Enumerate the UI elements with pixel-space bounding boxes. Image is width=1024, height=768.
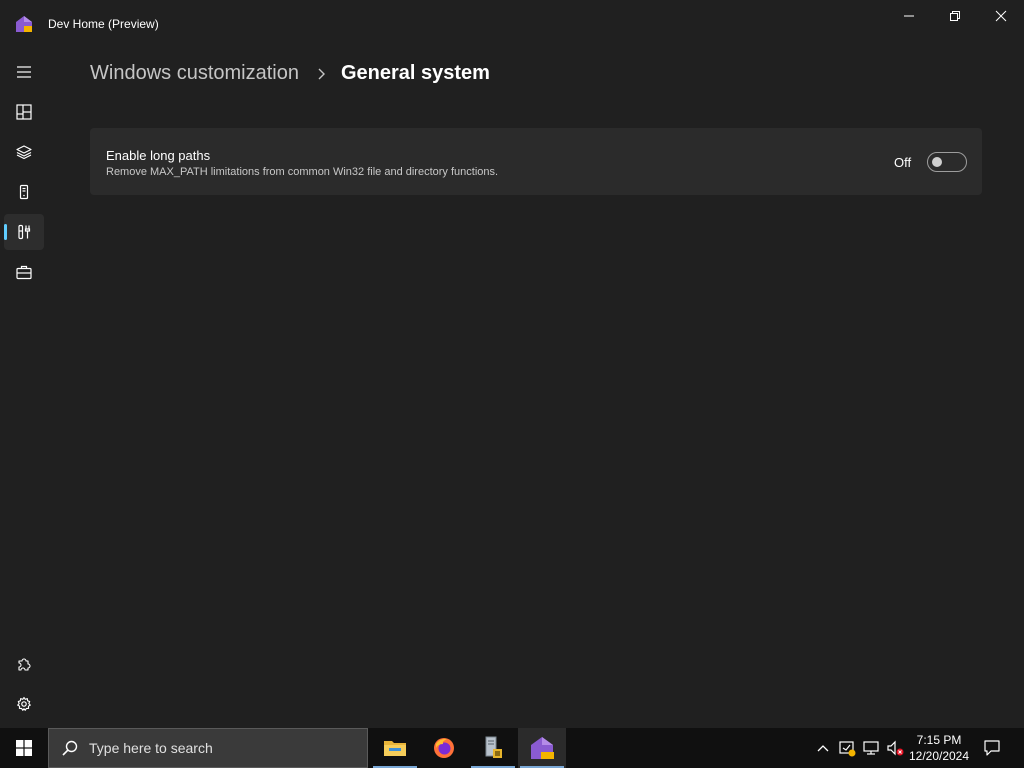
nav-item-environments[interactable] [4, 174, 44, 210]
restore-button[interactable] [932, 0, 978, 32]
clock-time: 7:15 PM [916, 733, 962, 747]
page-title: General system [340, 62, 490, 84]
puzzle-icon [18, 658, 31, 671]
tray-security-icon[interactable] [837, 738, 857, 758]
taskbar-app-firefox[interactable] [420, 728, 468, 768]
tools-icon [18, 224, 31, 240]
toggle-state-label: Off [894, 155, 912, 170]
nav-item-utilities[interactable] [4, 254, 44, 290]
close-button[interactable] [978, 0, 1024, 32]
taskbar: Type here to search 7:15 PM 12/20/2024 [0, 728, 1024, 768]
tray-volume-icon[interactable] [885, 738, 905, 758]
setting-card-long-paths: Enable long paths Remove MAX_PATH limita… [90, 128, 982, 195]
navigation-rail [0, 48, 48, 728]
search-icon [62, 740, 78, 756]
title-bar: Dev Home (Preview) [0, 0, 1024, 48]
nav-item-settings[interactable] [4, 686, 44, 722]
nav-item-extensions[interactable] [4, 646, 44, 682]
window-title: Dev Home (Preview) [48, 17, 159, 31]
folder-icon [384, 741, 406, 756]
dev-home-app-icon [16, 16, 32, 32]
chevron-up-icon [817, 745, 829, 752]
minimize-icon [904, 15, 914, 17]
security-alert-icon [839, 741, 856, 757]
briefcase-icon [16, 265, 32, 280]
gear-icon [17, 696, 31, 711]
nav-item-dashboard[interactable] [4, 94, 44, 130]
volume-muted-icon [887, 740, 904, 756]
close-icon [995, 10, 1007, 22]
windows-logo-icon [16, 740, 32, 756]
taskbar-app-file-server[interactable] [469, 728, 517, 768]
setting-title: Enable long paths [106, 148, 211, 163]
start-button[interactable] [0, 728, 48, 768]
taskbar-clock[interactable]: 7:15 PM 12/20/2024 [904, 732, 974, 764]
taskbar-app-dev-home[interactable] [518, 728, 566, 768]
server-manager-icon [485, 736, 502, 758]
action-center-button[interactable] [978, 728, 1006, 768]
show-hidden-icons-button[interactable] [813, 738, 833, 758]
nav-item-machine-configuration[interactable] [4, 134, 44, 170]
dev-home-icon [531, 737, 554, 759]
dashboard-icon [16, 104, 32, 120]
selection-indicator [4, 224, 7, 240]
breadcrumb: Windows customization General system [90, 62, 490, 85]
notification-icon [984, 740, 1000, 756]
taskbar-app-file-explorer[interactable] [371, 728, 419, 768]
hamburger-icon [17, 66, 31, 78]
minimize-button[interactable] [886, 0, 932, 32]
restore-icon [950, 11, 960, 21]
hamburger-menu-button[interactable] [4, 54, 44, 90]
firefox-icon [434, 738, 454, 758]
taskbar-search-box[interactable]: Type here to search [48, 728, 368, 768]
toggle-knob [932, 157, 942, 167]
long-paths-toggle[interactable] [927, 152, 967, 172]
breadcrumb-parent-link[interactable]: Windows customization [90, 62, 299, 85]
search-placeholder: Type here to search [89, 740, 213, 756]
device-icon [19, 184, 29, 200]
nav-item-windows-customization[interactable] [4, 214, 44, 250]
layers-icon [16, 145, 32, 160]
network-icon [863, 741, 879, 755]
clock-date: 12/20/2024 [908, 749, 970, 763]
setting-description: Remove MAX_PATH limitations from common … [106, 166, 499, 178]
tray-network-icon[interactable] [861, 738, 881, 758]
chevron-right-icon [315, 67, 327, 81]
